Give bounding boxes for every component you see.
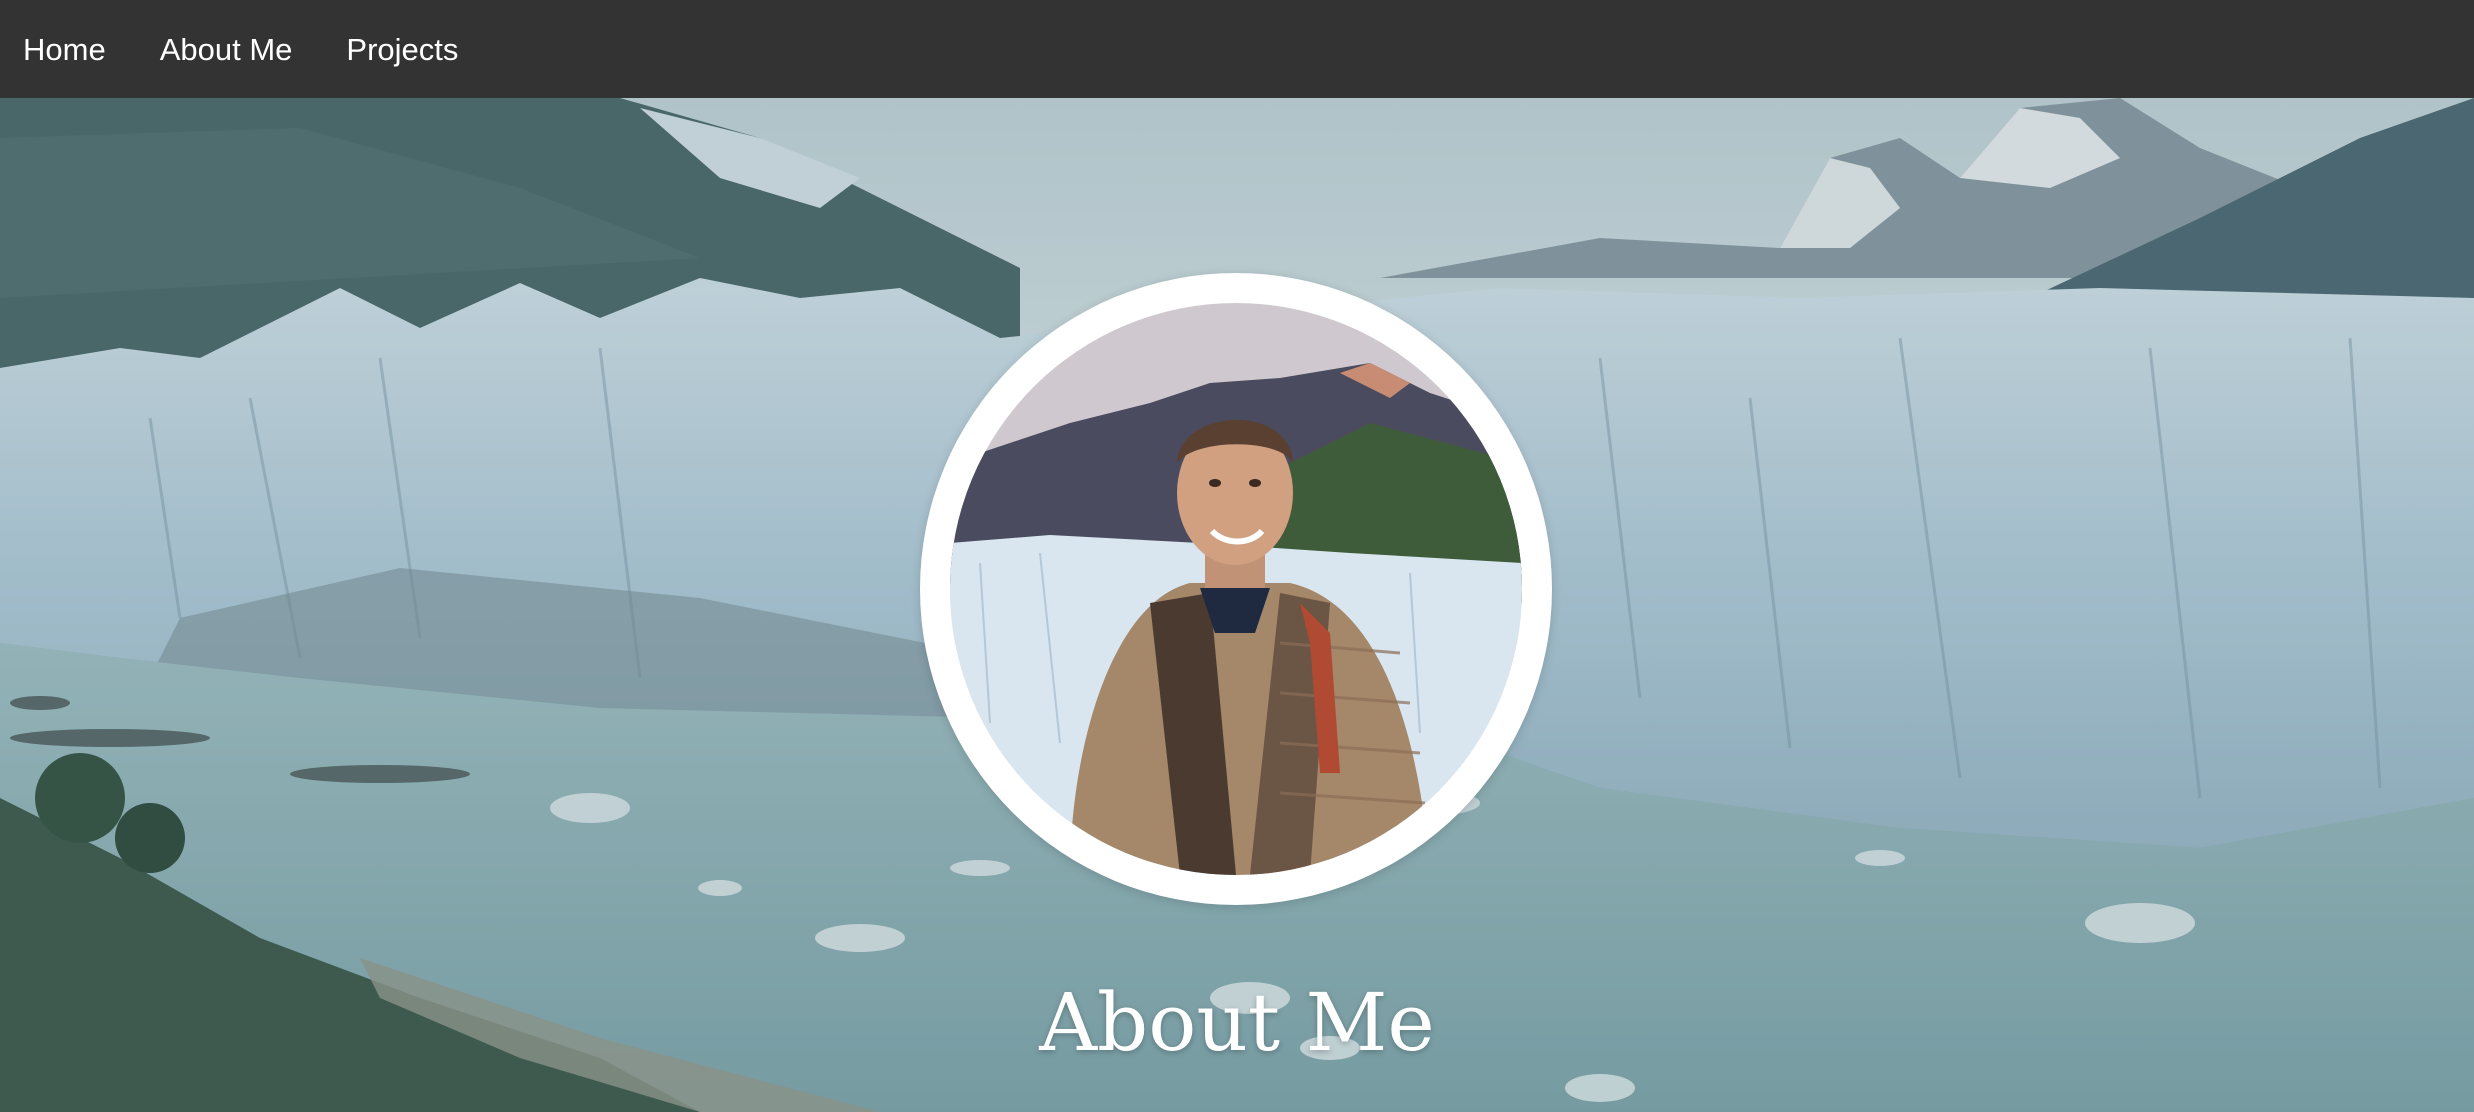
page-title: About Me: [1039, 976, 1435, 1069]
avatar: [950, 303, 1522, 875]
nav-projects-link[interactable]: Projects: [346, 34, 458, 65]
top-nav: Home About Me Projects: [0, 0, 2474, 98]
hero-section: About Me: [0, 98, 2474, 1112]
nav-home-link[interactable]: Home: [23, 34, 106, 65]
profile-photo: [950, 303, 1522, 875]
nav-about-link[interactable]: About Me: [160, 34, 293, 65]
avatar-frame: [920, 273, 1552, 905]
